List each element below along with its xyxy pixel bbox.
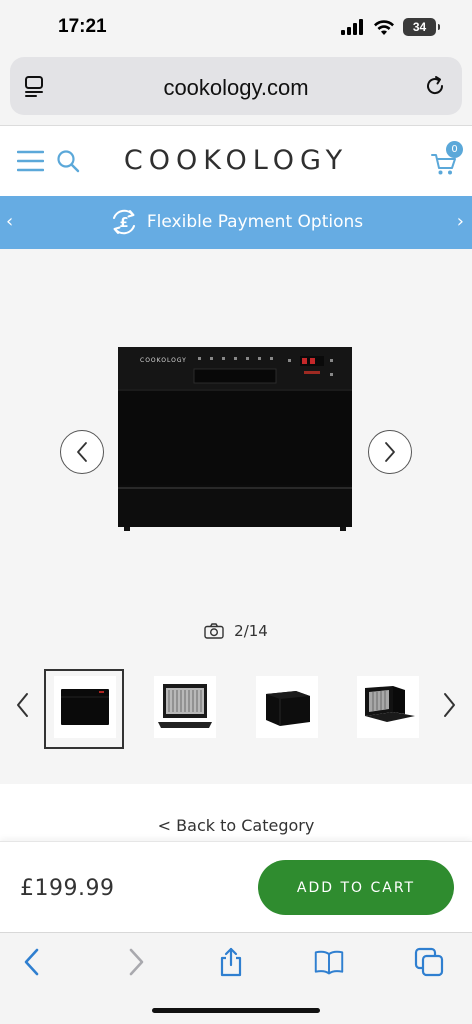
thumbnail-angled-closed-image <box>266 691 310 726</box>
product-brand-label: COOKOLOGY <box>140 357 187 364</box>
back-to-category-link[interactable]: < Back to Category <box>0 816 472 835</box>
address-bar[interactable]: cookology.com <box>10 57 462 115</box>
chevron-left-icon <box>77 442 87 462</box>
thumbnail-2[interactable] <box>154 676 216 738</box>
screen: 17:21 34 cookology.com COOKOLOGY 0 ‹ £ F… <box>0 0 472 1024</box>
add-to-cart-button[interactable]: ADD TO CART <box>258 860 454 915</box>
cart-count-badge: 0 <box>446 141 463 158</box>
product-gallery: COOKOLOGY 2/14 <box>0 249 472 784</box>
cellular-signal-icon <box>341 19 363 35</box>
gallery-next-button[interactable] <box>368 430 412 474</box>
thumbnail-angled-open-image <box>365 686 415 722</box>
thumbnail-3[interactable] <box>256 676 318 738</box>
bookmarks-icon[interactable] <box>314 947 344 977</box>
chevron-right-icon <box>385 442 395 462</box>
svg-text:£: £ <box>119 216 128 231</box>
site-logo[interactable]: COOKOLOGY <box>0 145 472 176</box>
browser-address-area: cookology.com <box>0 54 472 126</box>
url-text[interactable]: cookology.com <box>10 75 462 101</box>
promo-banner[interactable]: ‹ £ Flexible Payment Options › <box>0 196 472 249</box>
status-icons: 34 <box>341 16 440 38</box>
sticky-purchase-bar: £199.99 ADD TO CART <box>0 841 472 932</box>
thumbnail-1[interactable] <box>54 676 116 738</box>
camera-icon <box>204 623 224 639</box>
gallery-prev-button[interactable] <box>60 430 104 474</box>
back-arrow-icon[interactable] <box>18 947 48 977</box>
thumbnail-4[interactable] <box>357 676 419 738</box>
promo-content: £ Flexible Payment Options <box>0 207 472 237</box>
tabs-icon[interactable] <box>414 947 444 977</box>
battery-indicator: 34 <box>403 18 440 36</box>
thumbnail-open-with-dishes-image <box>158 684 212 728</box>
image-counter-text: 2/14 <box>234 622 268 640</box>
status-bar: 17:21 34 <box>0 0 472 54</box>
thumbnail-front-closed-image <box>61 689 109 725</box>
share-icon[interactable] <box>216 947 246 977</box>
thumbnail-next-icon[interactable] <box>440 691 458 719</box>
home-indicator <box>152 1008 320 1013</box>
reload-icon[interactable] <box>422 73 448 99</box>
product-price: £199.99 <box>20 876 115 901</box>
status-time: 17:21 <box>58 16 107 37</box>
pound-cycle-icon: £ <box>112 209 135 235</box>
forward-arrow-icon[interactable] <box>120 947 150 977</box>
promo-text: Flexible Payment Options <box>146 212 364 232</box>
image-counter: 2/14 <box>0 622 472 640</box>
site-header: COOKOLOGY <box>0 127 472 195</box>
promo-next-icon[interactable]: › <box>457 211 464 232</box>
product-image-dishwasher[interactable]: COOKOLOGY <box>116 347 354 533</box>
wifi-icon <box>374 19 394 35</box>
thumbnail-prev-icon[interactable] <box>14 691 32 719</box>
